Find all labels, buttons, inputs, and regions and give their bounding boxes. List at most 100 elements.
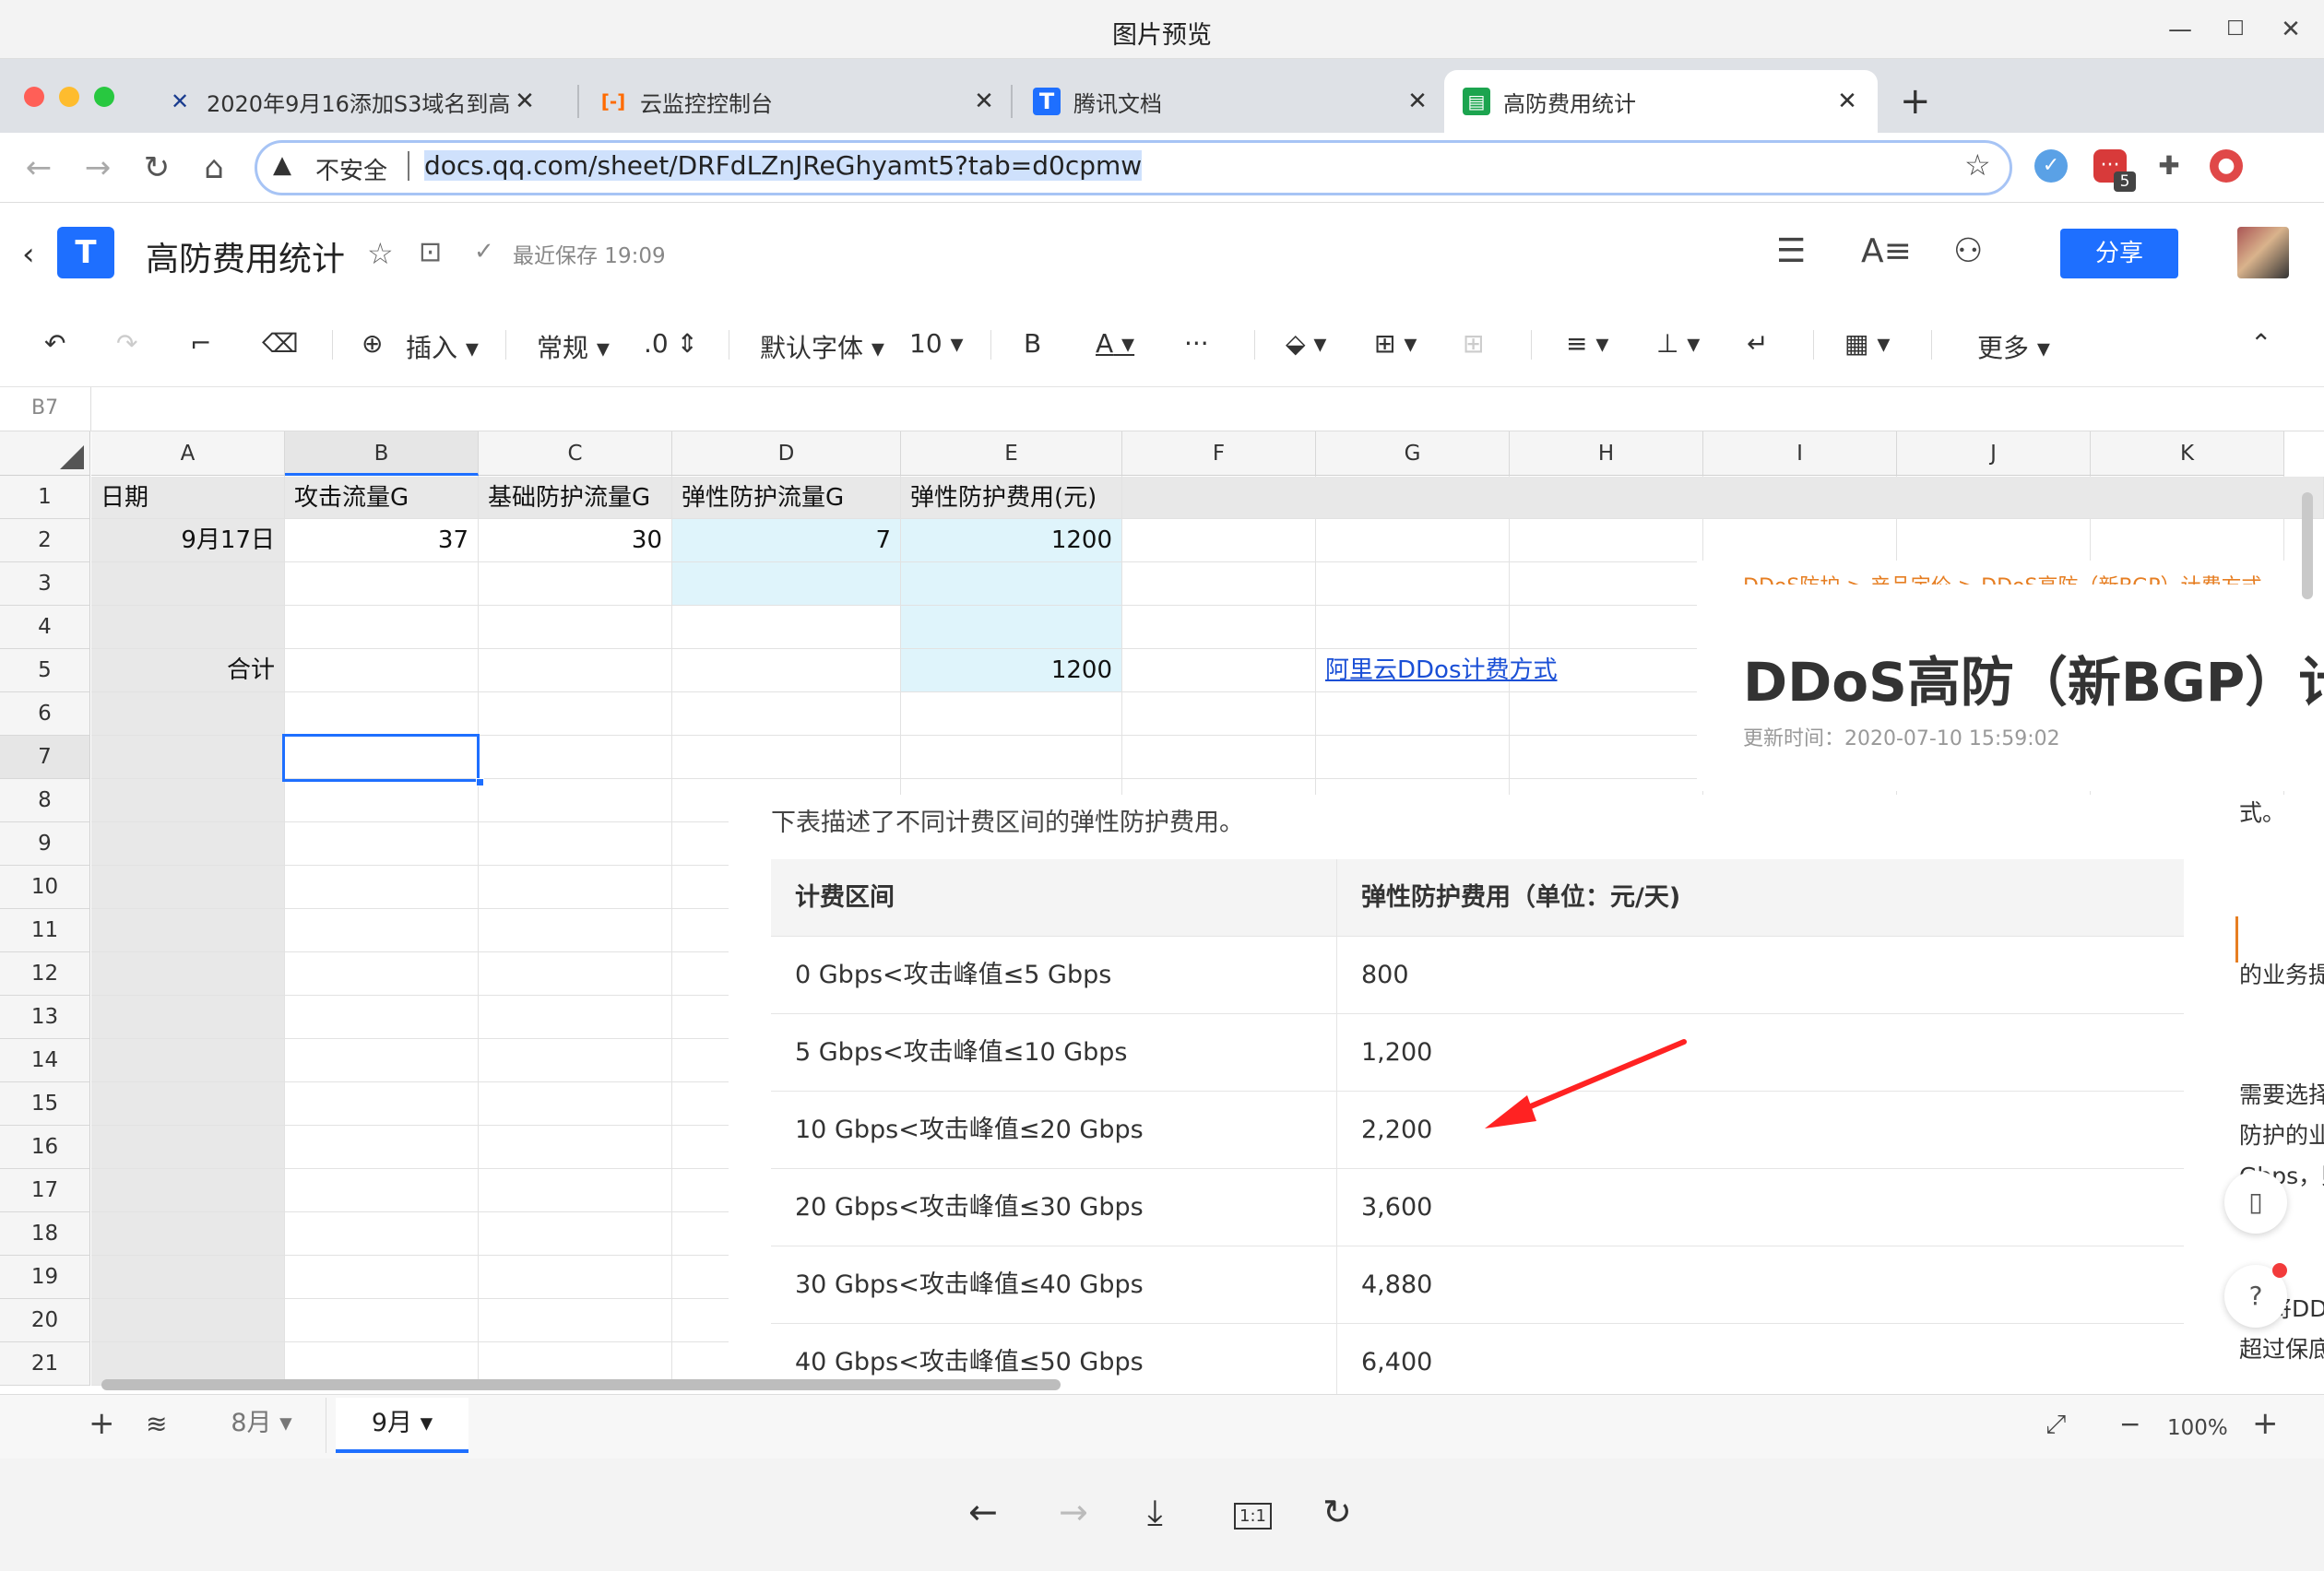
vertical-align-icon[interactable]: ⊥ ▾ — [1656, 328, 1700, 359]
tab-close-icon[interactable]: ✕ — [970, 88, 998, 115]
merge-cells-icon[interactable]: ⊞ — [1463, 328, 1484, 359]
cell-E3[interactable] — [901, 562, 1122, 606]
grid-cell[interactable] — [285, 822, 479, 866]
next-image-arrow-icon[interactable]: → — [1059, 1492, 1088, 1532]
font-color-button[interactable]: A ▾ — [1096, 328, 1134, 359]
grid-cell[interactable] — [91, 1169, 285, 1212]
grid-cell[interactable] — [1122, 649, 1316, 692]
grid-cell[interactable] — [479, 822, 672, 866]
feedback-phone-icon[interactable]: ▯ — [2224, 1171, 2287, 1234]
sheet-tab-aug[interactable]: 8月 ▾ — [197, 1398, 326, 1453]
vertical-scrollbar[interactable] — [2302, 492, 2313, 599]
extension-v-icon[interactable]: ✓ — [2034, 149, 2068, 183]
conditional-format-icon[interactable]: ▦ ▾ — [1844, 328, 1890, 359]
grid-cell[interactable] — [285, 1126, 479, 1169]
cell-E1[interactable]: 弹性防护费用(元) — [901, 477, 1122, 519]
row-header-16[interactable]: 16 — [0, 1126, 90, 1169]
grid-cell[interactable] — [285, 1082, 479, 1126]
browser-tab-active[interactable]: ▤ 高防费用统计 ✕ — [1444, 70, 1878, 133]
grid-cell[interactable] — [672, 736, 901, 779]
collaborator-icon[interactable]: ⚇ — [1953, 232, 1983, 270]
share-button[interactable]: 分享 — [2060, 229, 2178, 278]
row-header-21[interactable]: 21 — [0, 1342, 90, 1386]
grid-cell[interactable] — [1122, 606, 1316, 649]
download-icon[interactable]: ⤓ — [1147, 1492, 1163, 1533]
grid-cell[interactable] — [479, 1039, 672, 1082]
grid-cell[interactable] — [479, 909, 672, 952]
grid-cell[interactable] — [91, 866, 285, 909]
formula-bar[interactable] — [0, 387, 2324, 431]
maximize-button[interactable]: ☐ — [2213, 7, 2258, 52]
window-minimize-dot[interactable] — [59, 87, 79, 107]
column-header-A[interactable]: A — [91, 431, 285, 476]
grid-cell[interactable] — [91, 692, 285, 736]
grid-cell[interactable] — [285, 1039, 479, 1082]
tencent-docs-logo[interactable]: T — [57, 227, 114, 278]
bold-button[interactable]: B — [1024, 328, 1041, 359]
grid-cell[interactable] — [91, 1299, 285, 1342]
number-format-dropdown[interactable]: 常规 ▾ — [537, 328, 610, 365]
row-header-2[interactable]: 2 — [0, 519, 90, 562]
grid-cell[interactable] — [285, 1212, 479, 1256]
grid-cell[interactable] — [285, 996, 479, 1039]
tab-close-icon[interactable]: ✕ — [511, 88, 539, 115]
font-family-dropdown[interactable]: 默认字体 ▾ — [760, 328, 884, 365]
grid-cell[interactable] — [1510, 736, 1703, 779]
grid-cell[interactable] — [285, 909, 479, 952]
cell-A5[interactable]: 合计 — [91, 649, 285, 692]
decimal-stepper[interactable]: .0 ⇕ — [644, 328, 698, 359]
grid-cell[interactable] — [1316, 736, 1510, 779]
tab-close-icon[interactable]: ✕ — [1404, 88, 1431, 115]
row-header-5[interactable]: 5 — [0, 649, 90, 692]
reload-icon[interactable]: ↻ — [136, 148, 177, 188]
grid-cell[interactable] — [285, 562, 479, 606]
back-arrow-icon[interactable]: ← — [18, 148, 59, 188]
grid-cell[interactable] — [479, 996, 672, 1039]
row-header-17[interactable]: 17 — [0, 1169, 90, 1212]
close-window-button[interactable]: ✕ — [2269, 7, 2313, 52]
eraser-icon[interactable]: ⌫ — [262, 328, 299, 359]
undo-icon[interactable]: ↶ — [44, 328, 65, 359]
column-header-I[interactable]: I — [1703, 431, 1897, 476]
grid-cell[interactable] — [91, 822, 285, 866]
previous-image-arrow-icon[interactable]: ← — [968, 1492, 998, 1532]
tab-close-icon[interactable]: ✕ — [1833, 88, 1861, 115]
menu-icon[interactable]: ☰ — [1776, 232, 1806, 270]
cell-A2[interactable]: 9月17日 — [91, 519, 285, 562]
column-header-F[interactable]: F — [1122, 431, 1316, 476]
column-header-D[interactable]: D — [672, 431, 901, 476]
avatar[interactable] — [2237, 227, 2289, 278]
grid-cell[interactable] — [1510, 519, 1703, 562]
grid-cell[interactable] — [1510, 562, 1703, 606]
grid-cell[interactable] — [1122, 519, 1316, 562]
grid-cell[interactable] — [91, 1082, 285, 1126]
grid-cell[interactable] — [1316, 606, 1510, 649]
cell-D2[interactable]: 7 — [672, 519, 901, 562]
column-header-J[interactable]: J — [1897, 431, 2091, 476]
row-header-1[interactable]: 1 — [0, 476, 90, 519]
grid-cell[interactable] — [479, 866, 672, 909]
cell-E4[interactable] — [901, 606, 1122, 649]
row-header-11[interactable]: 11 — [0, 909, 90, 952]
cell-C2[interactable]: 30 — [479, 519, 672, 562]
grid-cell[interactable] — [479, 1256, 672, 1299]
grid-cell[interactable] — [1897, 519, 2091, 562]
grid-cell[interactable] — [1510, 606, 1703, 649]
grid-cell[interactable] — [285, 692, 479, 736]
grid-cell[interactable] — [672, 692, 901, 736]
browser-tab-s3[interactable]: ✕ 2020年9月16添加S3域名到高防 ✕ — [148, 70, 572, 133]
warning-icon[interactable]: ▲ — [273, 151, 291, 179]
cell-B1[interactable]: 攻击流量G — [285, 477, 479, 519]
grid-cell[interactable] — [479, 1126, 672, 1169]
insert-button[interactable]: 插入 ▾ — [406, 328, 479, 365]
grid-cell[interactable] — [285, 866, 479, 909]
minimize-button[interactable]: — — [2158, 7, 2202, 52]
grid-cell[interactable] — [479, 692, 672, 736]
row-header-15[interactable]: 15 — [0, 1082, 90, 1126]
insert-plus-icon[interactable]: ⊕ — [362, 328, 383, 359]
back-chevron-icon[interactable]: ‹ — [22, 236, 35, 273]
row-header-8[interactable]: 8 — [0, 779, 90, 822]
row-header-9[interactable]: 9 — [0, 822, 90, 866]
column-header-E[interactable]: E — [901, 431, 1122, 476]
grid-cell[interactable] — [1316, 692, 1510, 736]
